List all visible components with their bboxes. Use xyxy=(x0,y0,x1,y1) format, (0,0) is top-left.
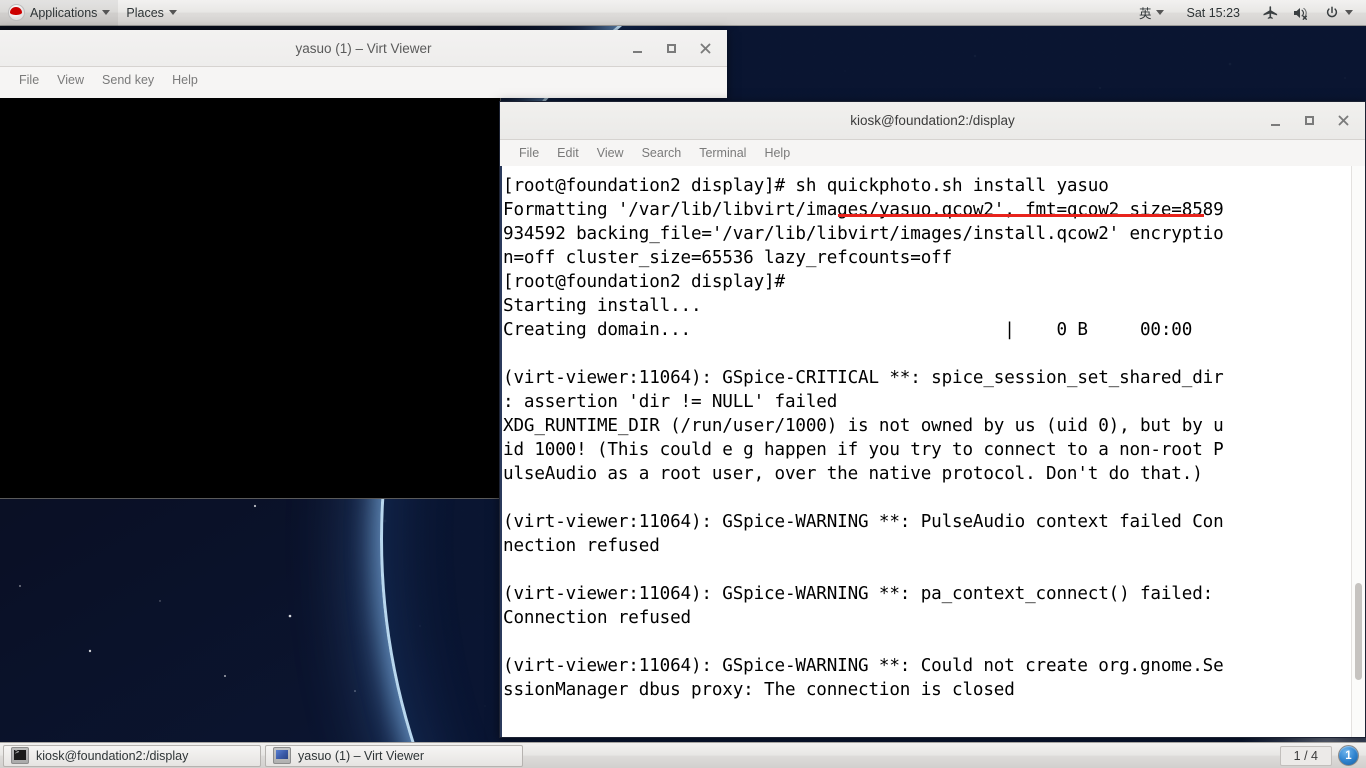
virt-viewer-menubar: File View Send key Help xyxy=(0,67,727,94)
chevron-down-icon xyxy=(168,10,177,15)
volume-muted-icon xyxy=(1294,7,1307,20)
redhat-logo-icon xyxy=(8,4,25,21)
terminal-scrollbar[interactable] xyxy=(1351,166,1365,737)
terminal-scrollbar-thumb[interactable] xyxy=(1355,582,1362,680)
applications-menu-label: Applications xyxy=(30,5,98,20)
terminal-window[interactable]: kiosk@foundation2:/display File Edit Vie… xyxy=(499,101,1366,738)
chevron-down-icon xyxy=(1156,10,1165,15)
terminal-title: kiosk@foundation2:/display xyxy=(850,113,1015,128)
menu-view[interactable]: View xyxy=(588,140,633,167)
virt-viewer-maximize-button[interactable] xyxy=(655,34,687,62)
virt-viewer-close-button[interactable] xyxy=(689,34,721,62)
taskbar-item-terminal[interactable]: kiosk@foundation2:/display xyxy=(3,744,261,767)
clock[interactable]: Sat 15:23 xyxy=(1171,0,1255,26)
window-count-badge[interactable]: 1 xyxy=(1338,745,1359,766)
close-icon xyxy=(700,43,710,53)
taskbar-item-virt-viewer[interactable]: yasuo (1) – Virt Viewer xyxy=(265,744,523,767)
taskbar-item-virt-viewer-label: yasuo (1) – Virt Viewer xyxy=(298,748,424,763)
virt-viewer-title: yasuo (1) – Virt Viewer xyxy=(295,40,432,56)
terminal-output[interactable]: [root@foundation2 display]# sh quickphot… xyxy=(502,166,1351,737)
desktop-screen: Applications Places 英 Sat 15:23 yasuo (1… xyxy=(0,0,1366,768)
menu-edit[interactable]: Edit xyxy=(548,140,588,167)
taskbar: kiosk@foundation2:/display yasuo (1) – V… xyxy=(0,742,1366,768)
terminal-close-button[interactable] xyxy=(1327,107,1359,135)
chevron-down-icon xyxy=(1345,10,1353,15)
menu-terminal[interactable]: Terminal xyxy=(690,140,755,167)
places-menu[interactable]: Places xyxy=(118,0,185,26)
virt-viewer-titlebar[interactable]: yasuo (1) – Virt Viewer xyxy=(0,30,727,67)
volume-indicator[interactable] xyxy=(1285,0,1317,26)
chevron-down-icon xyxy=(102,10,111,15)
applications-menu[interactable]: Applications xyxy=(0,0,119,26)
system-tray: 英 Sat 15:23 xyxy=(1132,0,1366,26)
power-menu[interactable] xyxy=(1317,0,1360,26)
clock-label: Sat 15:23 xyxy=(1186,5,1240,20)
virt-viewer-display-area[interactable] xyxy=(0,98,501,499)
airplane-mode-indicator[interactable] xyxy=(1255,0,1285,26)
terminal-icon xyxy=(11,747,29,764)
power-icon xyxy=(1326,5,1338,17)
workspace-indicator[interactable]: 1 / 4 xyxy=(1279,745,1332,766)
terminal-body[interactable]: [root@foundation2 display]# sh quickphot… xyxy=(500,166,1365,737)
terminal-minimize-button[interactable] xyxy=(1259,107,1291,135)
top-panel: Applications Places 英 Sat 15:23 xyxy=(0,0,1366,26)
virt-viewer-window[interactable]: yasuo (1) – Virt Viewer File View Send k… xyxy=(0,30,727,98)
terminal-menubar: File Edit View Search Terminal Help xyxy=(500,140,1365,167)
display-icon xyxy=(273,747,291,764)
menu-help[interactable]: Help xyxy=(755,140,799,167)
taskbar-item-terminal-label: kiosk@foundation2:/display xyxy=(36,748,189,763)
menu-file[interactable]: File xyxy=(510,140,548,167)
menu-send-key[interactable]: Send key xyxy=(93,67,163,94)
menu-help[interactable]: Help xyxy=(163,67,207,94)
menu-search[interactable]: Search xyxy=(633,140,691,167)
red-underline-annotation xyxy=(838,214,1204,217)
input-method-label: 英 xyxy=(1138,7,1152,21)
terminal-maximize-button[interactable] xyxy=(1293,107,1325,135)
close-icon xyxy=(1338,115,1348,126)
menu-view[interactable]: View xyxy=(48,67,93,94)
terminal-window-controls xyxy=(1259,107,1365,135)
virt-viewer-minimize-button[interactable] xyxy=(621,34,653,62)
terminal-titlebar[interactable]: kiosk@foundation2:/display xyxy=(500,102,1365,140)
airplane-mode-icon xyxy=(1263,5,1278,19)
virt-viewer-window-controls xyxy=(621,34,727,62)
menu-file[interactable]: File xyxy=(10,67,48,94)
places-menu-label: Places xyxy=(126,5,164,20)
input-method-indicator[interactable]: 英 xyxy=(1132,0,1172,26)
